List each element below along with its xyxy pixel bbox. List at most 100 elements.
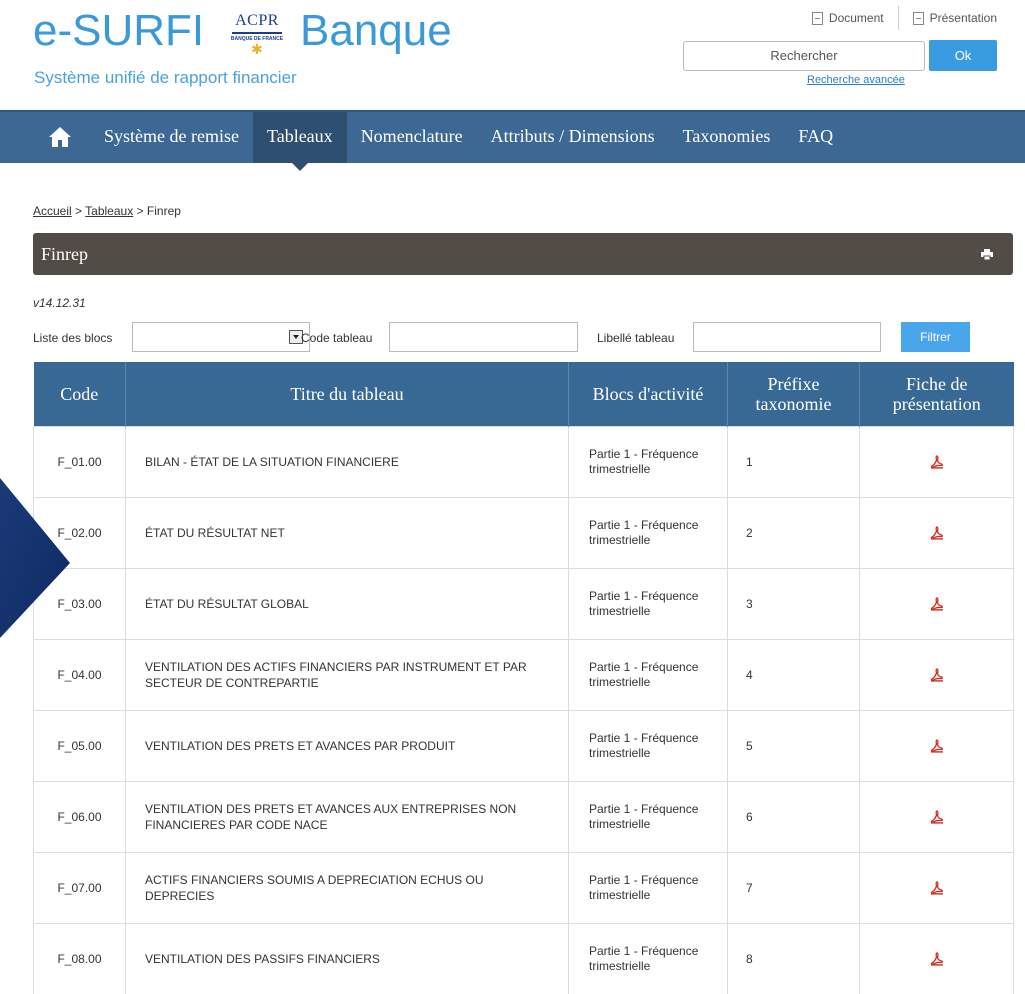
column-header-code: Code <box>33 362 126 426</box>
row-fiche <box>859 851 1014 924</box>
row-fiche <box>859 922 1014 994</box>
table-row[interactable]: F_04.00 VENTILATION DES ACTIFS FINANCIERS… <box>33 638 1014 711</box>
star-icon: ✱ <box>251 41 263 57</box>
row-code: F_08.00 <box>33 922 126 994</box>
row-bloc: Partie 1 - Fréquence trimestrielle <box>568 638 728 711</box>
search-button[interactable]: Ok <box>929 40 997 71</box>
row-title: ACTIFS FINANCIERS SOUMIS A DEPRECIATION … <box>125 851 569 924</box>
pdf-icon[interactable] <box>930 881 944 895</box>
blocks-select[interactable] <box>132 322 310 352</box>
libelle-label: Libellé tableau <box>597 331 675 345</box>
pdf-icon[interactable] <box>930 952 944 966</box>
row-prefix: 2 <box>727 496 860 569</box>
table-row[interactable]: F_05.00 VENTILATION DES PRETS ET AVANCES … <box>33 709 1014 782</box>
table-row[interactable]: F_06.00 VENTILATION DES PRETS ET AVANCES … <box>33 780 1014 853</box>
row-bloc: Partie 1 - Fréquence trimestrielle <box>568 496 728 569</box>
table-row[interactable]: F_08.00 VENTILATION DES PASSIFS FINANCIER… <box>33 922 1014 994</box>
top-link-label: Document <box>828 11 884 25</box>
row-code: F_05.00 <box>33 709 126 782</box>
row-title: BILAN - ÉTAT DE LA SITUATION FINANCIERE <box>125 425 569 498</box>
breadcrumb: Accueil > Tableaux > Finrep <box>33 204 181 218</box>
brand-name: e-SURFI <box>33 6 205 55</box>
pdf-icon[interactable] <box>930 739 944 753</box>
top-link-document[interactable]: Document <box>811 11 884 25</box>
row-bloc: Partie 1 - Fréquence trimestrielle <box>568 567 728 640</box>
pdf-icon[interactable] <box>930 455 944 469</box>
search-input[interactable]: Rechercher <box>683 41 925 71</box>
row-prefix: 7 <box>727 851 860 924</box>
libelle-input[interactable] <box>693 322 881 352</box>
blocks-label: Liste des blocs <box>33 331 113 345</box>
row-code: F_07.00 <box>33 851 126 924</box>
nav-item-nomenclature[interactable]: Nomenclature <box>347 112 477 163</box>
row-bloc: Partie 1 - Fréquence trimestrielle <box>568 851 728 924</box>
acpr-logo-text: ACPR <box>235 12 279 29</box>
breadcrumb-section-link[interactable]: Tableaux <box>85 204 133 218</box>
row-bloc: Partie 1 - Fréquence trimestrielle <box>568 922 728 994</box>
nav-item-tableaux[interactable]: Tableaux <box>252 112 347 171</box>
nav-item-systeme-de-remise[interactable]: Système de remise <box>90 112 253 163</box>
row-fiche <box>859 780 1014 853</box>
row-title: VENTILATION DES PRETS ET AVANCES PAR PRO… <box>125 709 569 782</box>
section-title: Finrep <box>41 244 88 264</box>
nav-item-attributs-dimensions[interactable]: Attributs / Dimensions <box>477 112 669 163</box>
table-header-row: Code Titre du tableau Blocs d'activité P… <box>33 362 1014 426</box>
row-title: ÉTAT DU RÉSULTAT NET <box>125 496 569 569</box>
tables-list: Code Titre du tableau Blocs d'activité P… <box>33 362 1014 994</box>
table-row[interactable]: F_02.00 ÉTAT DU RÉSULTAT NET Partie 1 - Fr… <box>33 496 1014 569</box>
row-prefix: 3 <box>727 567 860 640</box>
column-header-blocs: Blocs d'activité <box>568 362 728 426</box>
breadcrumb-current: Finrep <box>146 204 181 218</box>
row-fiche <box>859 496 1014 569</box>
filter-button[interactable]: Filtrer <box>901 322 970 352</box>
nav-items: Système de remise Tableaux Nomenclature … <box>90 112 847 171</box>
nav-item-taxonomies[interactable]: Taxonomies <box>669 112 785 163</box>
row-fiche <box>859 638 1014 711</box>
main-nav: Système de remise Tableaux Nomenclature … <box>0 110 1025 171</box>
decorative-arrow <box>0 478 70 638</box>
table-body: F_01.00 BILAN - ÉTAT DE LA SITUATION FINA… <box>33 425 1014 994</box>
version-label: v14.12.31 <box>33 296 86 310</box>
divider <box>897 6 899 30</box>
print-icon[interactable] <box>981 249 993 260</box>
row-title: VENTILATION DES PRETS ET AVANCES AUX ENT… <box>125 780 569 853</box>
row-fiche <box>859 709 1014 782</box>
code-input[interactable] <box>389 322 578 352</box>
row-title: ÉTAT DU RÉSULTAT GLOBAL <box>125 567 569 640</box>
row-title: VENTILATION DES PASSIFS FINANCIERS <box>125 922 569 994</box>
logo-bar <box>232 32 282 34</box>
nav-item-faq[interactable]: FAQ <box>784 112 847 163</box>
home-icon[interactable] <box>48 126 72 148</box>
table-row[interactable]: F_03.00 ÉTAT DU RÉSULTAT GLOBAL Partie 1 -… <box>33 567 1014 640</box>
top-link-label: Présentation <box>929 11 997 25</box>
row-prefix: 5 <box>727 709 860 782</box>
pdf-icon[interactable] <box>930 810 944 824</box>
row-bloc: Partie 1 - Fréquence trimestrielle <box>568 425 728 498</box>
acpr-logo: ACPR BANQUE DE FRANCE ✱ <box>230 12 284 56</box>
row-prefix: 1 <box>727 425 860 498</box>
row-prefix: 4 <box>727 638 860 711</box>
row-fiche <box>859 425 1014 498</box>
row-fiche <box>859 567 1014 640</box>
row-prefix: 8 <box>727 922 860 994</box>
row-bloc: Partie 1 - Fréquence trimestrielle <box>568 780 728 853</box>
column-header-fiche: Fiche de présentation <box>859 362 1014 426</box>
advanced-search-link[interactable]: Recherche avancée <box>807 74 905 86</box>
pdf-icon[interactable] <box>930 668 944 682</box>
row-code: F_06.00 <box>33 780 126 853</box>
row-code: F_04.00 <box>33 638 126 711</box>
column-header-prefix: Préfixe taxonomie <box>727 362 860 426</box>
brand-logo[interactable]: e-SURFI <box>33 6 204 56</box>
breadcrumb-home-link[interactable]: Accueil <box>33 204 72 218</box>
pdf-icon[interactable] <box>930 526 944 540</box>
table-row[interactable]: F_07.00 ACTIFS FINANCIERS SOUMIS A DEPREC… <box>33 851 1014 924</box>
row-title: VENTILATION DES ACTIFS FINANCIERS PAR IN… <box>125 638 569 711</box>
tagline: Système unifié de rapport financier <box>34 68 297 87</box>
site-header: e-SURFI ACPR BANQUE DE FRANCE ✱ Banque S… <box>0 0 1025 110</box>
pdf-icon[interactable] <box>930 597 944 611</box>
document-icon <box>912 11 924 25</box>
row-bloc: Partie 1 - Fréquence trimestrielle <box>568 709 728 782</box>
table-row[interactable]: F_01.00 BILAN - ÉTAT DE LA SITUATION FINA… <box>33 425 1014 498</box>
top-link-presentation[interactable]: Présentation <box>912 11 997 25</box>
filter-bar: Liste des blocs Code tableau Libellé tab… <box>33 322 1023 352</box>
